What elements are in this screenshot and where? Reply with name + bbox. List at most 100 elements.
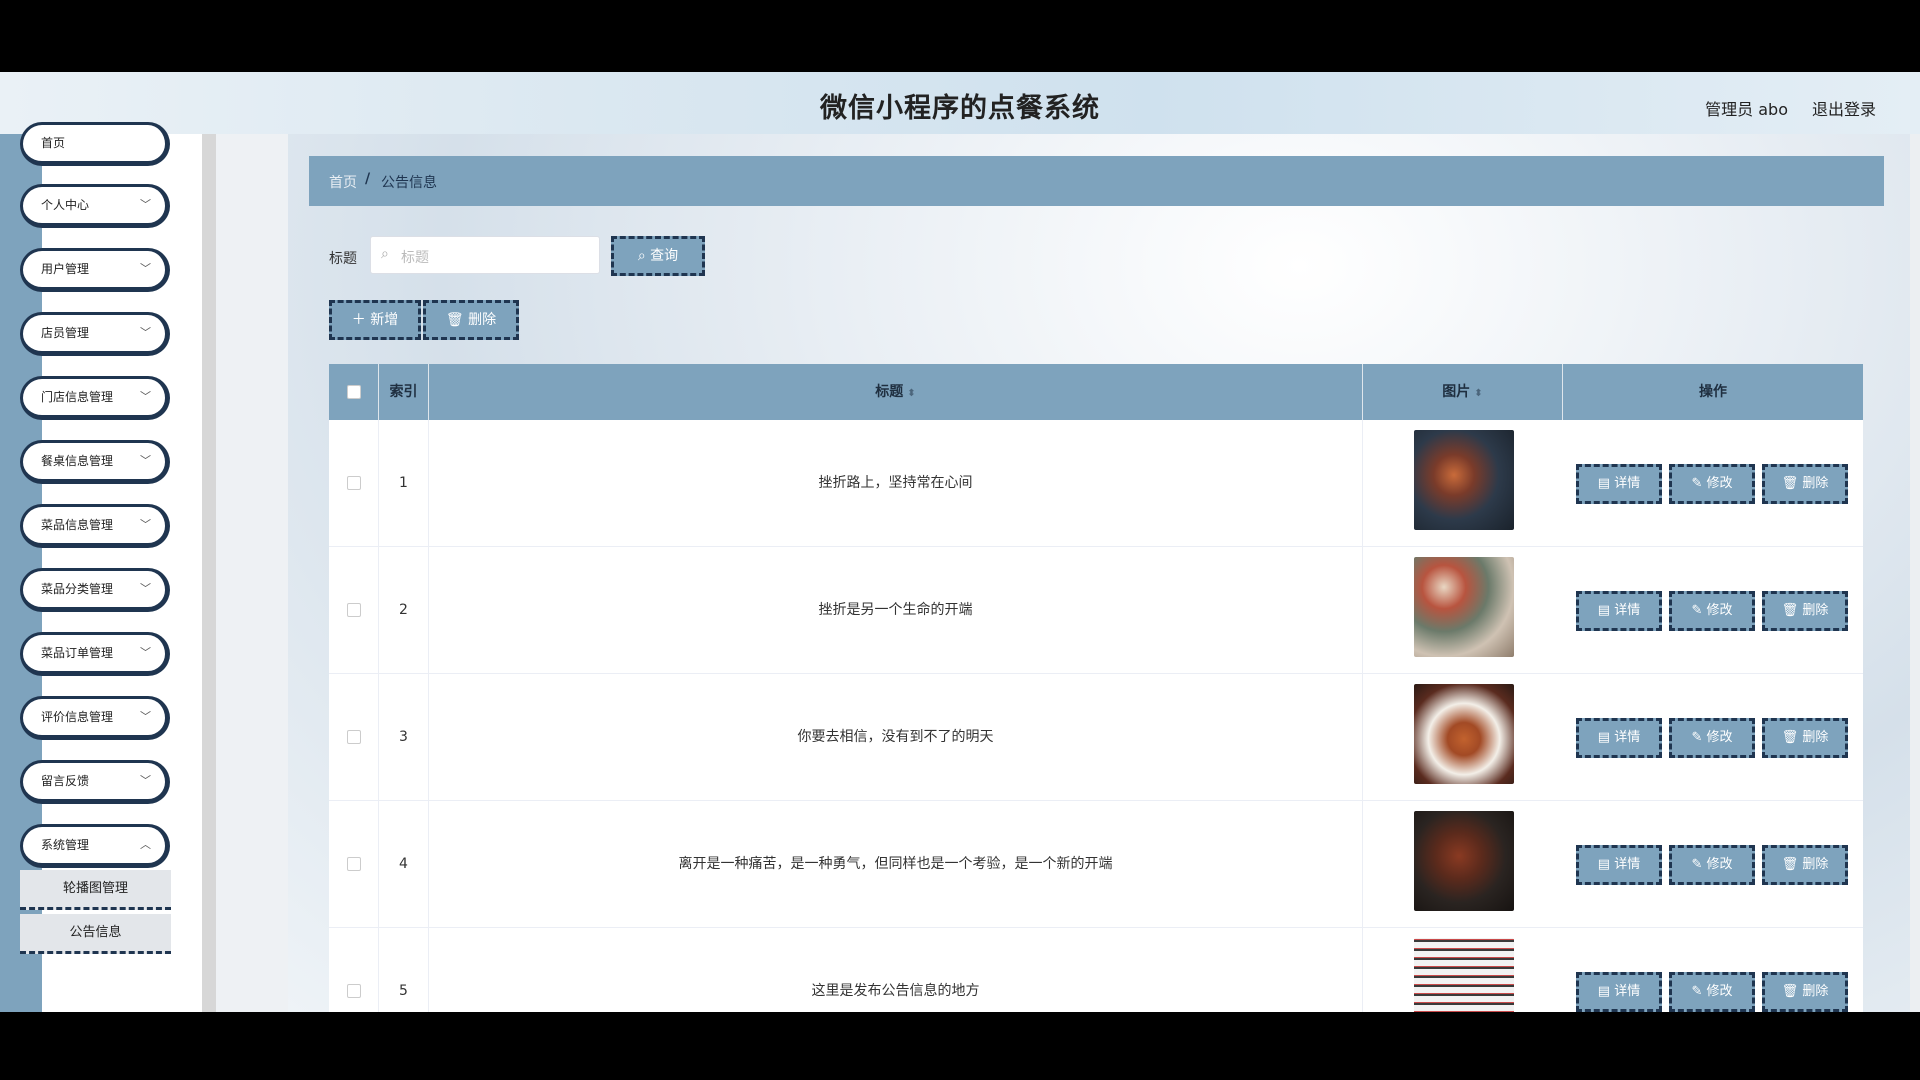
sidebar-item-staff[interactable]: 店员管理 ﹀ bbox=[20, 312, 170, 356]
sidebar-scrollbar[interactable] bbox=[202, 134, 216, 1012]
edit-button[interactable]: ✎ 修改 bbox=[1669, 972, 1755, 1012]
header-title[interactable]: 标题 ⬍ bbox=[429, 364, 1363, 420]
search-placeholder: 标题 bbox=[401, 250, 429, 266]
edit-button-label: 修改 bbox=[1706, 857, 1733, 872]
sidebar-item-dish-info[interactable]: 菜品信息管理 ﹀ bbox=[20, 504, 170, 548]
current-user: 管理员 abo bbox=[1705, 100, 1788, 119]
search-title-input[interactable]: ⌕ 标题 bbox=[370, 236, 600, 274]
sidebar-item-label: 系统管理 bbox=[41, 838, 90, 852]
edit-button[interactable]: ✎ 修改 bbox=[1669, 464, 1755, 504]
batch-delete-button[interactable]: 🗑 删除 bbox=[423, 300, 519, 340]
row-select-cell bbox=[329, 420, 379, 547]
notices-table: 索引 标题 ⬍ 图片 ⬍ 操作 1 挫折路上，坚持常在心间 ▤ 详情 ✎ 修改 🗑 … bbox=[329, 364, 1863, 1012]
pencil-icon: ✎ bbox=[1691, 857, 1707, 872]
sidebar-item-label: 门店信息管理 bbox=[41, 390, 114, 404]
page-scrollbar[interactable] bbox=[1910, 134, 1920, 1012]
row-index: 5 bbox=[379, 928, 429, 1012]
sidebar-item-table-info[interactable]: 餐桌信息管理 ﹀ bbox=[20, 440, 170, 484]
sidebar: 首页 个人中心 ﹀ 用户管理 ﹀ 店员管理 ﹀ 门店信息管理 ﹀ 餐桌信息管理 ﹀ 菜品信… bbox=[0, 122, 216, 1012]
sidebar-item-store-info[interactable]: 门店信息管理 ﹀ bbox=[20, 376, 170, 420]
app-title: 微信小程序的点餐系统 bbox=[820, 93, 1100, 124]
row-image[interactable] bbox=[1414, 430, 1514, 530]
delete-button[interactable]: 🗑 删除 bbox=[1762, 972, 1848, 1012]
edit-button[interactable]: ✎ 修改 bbox=[1669, 718, 1755, 758]
row-checkbox[interactable] bbox=[346, 603, 361, 617]
search-icon: ⌕ bbox=[381, 246, 389, 262]
row-image[interactable] bbox=[1414, 811, 1514, 911]
detail-button[interactable]: ▤ 详情 bbox=[1576, 591, 1662, 631]
header-image[interactable]: 图片 ⬍ bbox=[1363, 364, 1563, 420]
row-checkbox[interactable] bbox=[346, 730, 361, 744]
sidebar-item-label: 评价信息管理 bbox=[41, 710, 114, 724]
detail-button-label: 详情 bbox=[1614, 857, 1641, 872]
row-image[interactable] bbox=[1414, 938, 1514, 1012]
search-button[interactable]: ⌕ 查询 bbox=[611, 236, 705, 276]
sidebar-item-label: 用户管理 bbox=[41, 262, 90, 276]
pencil-icon: ✎ bbox=[1691, 603, 1707, 618]
delete-button[interactable]: 🗑 删除 bbox=[1762, 845, 1848, 885]
edit-button[interactable]: ✎ 修改 bbox=[1669, 845, 1755, 885]
delete-button[interactable]: 🗑 删除 bbox=[1762, 718, 1848, 758]
row-checkbox[interactable] bbox=[346, 476, 361, 490]
sidebar-item-label: 菜品分类管理 bbox=[41, 582, 114, 596]
trash-icon: 🗑 bbox=[1781, 603, 1803, 618]
row-image[interactable] bbox=[1414, 557, 1514, 657]
trash-icon: 🗑 bbox=[1781, 476, 1803, 491]
delete-button[interactable]: 🗑 删除 bbox=[1762, 591, 1848, 631]
chevron-down-icon: ﹀ bbox=[140, 710, 151, 723]
table-row: 5 这里是发布公告信息的地方 ▤ 详情 ✎ 修改 🗑 删除 bbox=[329, 928, 1863, 1012]
add-button[interactable]: ＋ 新增 bbox=[329, 300, 421, 340]
trash-icon: 🗑 bbox=[1781, 730, 1803, 745]
sidebar-subitem-notices[interactable]: 公告信息 bbox=[20, 914, 171, 954]
sidebar-item-home[interactable]: 首页 bbox=[20, 122, 170, 166]
detail-button[interactable]: ▤ 详情 bbox=[1576, 718, 1662, 758]
sidebar-item-feedback[interactable]: 留言反馈 ﹀ bbox=[20, 760, 170, 804]
sidebar-item-profile[interactable]: 个人中心 ﹀ bbox=[20, 184, 170, 228]
detail-button[interactable]: ▤ 详情 bbox=[1576, 845, 1662, 885]
sort-icon[interactable]: ⬍ bbox=[907, 388, 915, 399]
top-header: 微信小程序的点餐系统 管理员 abo 退出登录 bbox=[0, 72, 1920, 134]
chevron-down-icon: ﹀ bbox=[140, 518, 151, 531]
row-checkbox[interactable] bbox=[346, 984, 361, 998]
edit-button-label: 修改 bbox=[1706, 476, 1733, 491]
row-title: 挫折是另一个生命的开端 bbox=[429, 547, 1363, 674]
breadcrumb-home[interactable]: 首页 bbox=[329, 172, 357, 192]
detail-button[interactable]: ▤ 详情 bbox=[1576, 972, 1662, 1012]
delete-button[interactable]: 🗑 删除 bbox=[1762, 464, 1848, 504]
select-all-checkbox[interactable] bbox=[346, 385, 361, 399]
detail-button[interactable]: ▤ 详情 bbox=[1576, 464, 1662, 504]
edit-button-label: 修改 bbox=[1706, 730, 1733, 745]
chevron-down-icon: ﹀ bbox=[140, 390, 151, 403]
row-index: 1 bbox=[379, 420, 429, 547]
breadcrumb-current: 公告信息 bbox=[381, 175, 437, 191]
sidebar-item-dish-category[interactable]: 菜品分类管理 ﹀ bbox=[20, 568, 170, 612]
row-image[interactable] bbox=[1414, 684, 1514, 784]
document-icon: ▤ bbox=[1597, 857, 1615, 872]
sidebar-item-reviews[interactable]: 评价信息管理 ﹀ bbox=[20, 696, 170, 740]
table-row: 4 离开是一种痛苦，是一种勇气，但同样也是一个考验，是一个新的开端 ▤ 详情 ✎… bbox=[329, 801, 1863, 928]
row-title: 挫折路上，坚持常在心间 bbox=[429, 420, 1363, 547]
delete-button-label: 删除 bbox=[1802, 603, 1829, 618]
pencil-icon: ✎ bbox=[1691, 984, 1707, 999]
plus-icon: ＋ bbox=[351, 312, 371, 328]
batch-delete-label: 删除 bbox=[468, 312, 497, 328]
sidebar-item-label: 菜品信息管理 bbox=[41, 518, 114, 532]
edit-button[interactable]: ✎ 修改 bbox=[1669, 591, 1755, 631]
sidebar-subitem-carousel[interactable]: 轮播图管理 bbox=[20, 870, 171, 910]
table-row: 3 你要去相信，没有到不了的明天 ▤ 详情 ✎ 修改 🗑 删除 bbox=[329, 674, 1863, 801]
table-row: 1 挫折路上，坚持常在心间 ▤ 详情 ✎ 修改 🗑 删除 bbox=[329, 420, 1863, 547]
sort-icon[interactable]: ⬍ bbox=[1474, 388, 1482, 399]
row-checkbox[interactable] bbox=[346, 857, 361, 871]
delete-button-label: 删除 bbox=[1802, 857, 1829, 872]
sidebar-item-dish-orders[interactable]: 菜品订单管理 ﹀ bbox=[20, 632, 170, 676]
sidebar-item-system[interactable]: 系统管理 ︿ bbox=[20, 824, 170, 868]
logout-link[interactable]: 退出登录 bbox=[1812, 96, 1876, 120]
row-select-cell bbox=[329, 547, 379, 674]
sidebar-item-users[interactable]: 用户管理 ﹀ bbox=[20, 248, 170, 292]
row-index: 2 bbox=[379, 547, 429, 674]
chevron-down-icon: ﹀ bbox=[140, 774, 151, 787]
search-title-label: 标题 bbox=[329, 251, 357, 267]
breadcrumb: 首页 / 公告信息 bbox=[309, 156, 1884, 206]
pencil-icon: ✎ bbox=[1691, 476, 1707, 491]
table-row: 2 挫折是另一个生命的开端 ▤ 详情 ✎ 修改 🗑 删除 bbox=[329, 547, 1863, 674]
